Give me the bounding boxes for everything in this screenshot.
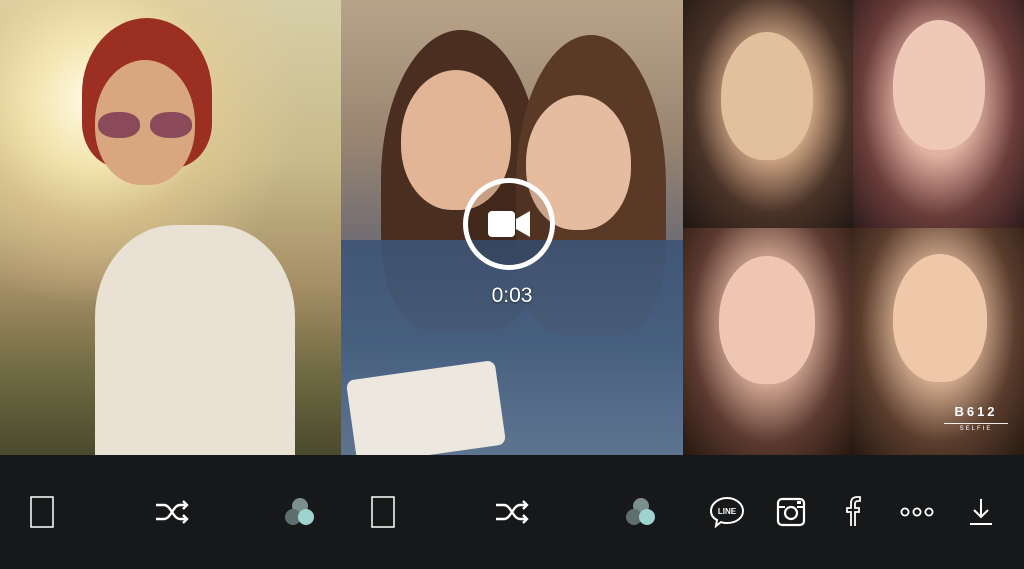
line-label: LINE: [718, 507, 737, 516]
bottom-toolbar: LINE: [0, 455, 1024, 569]
body-shape: [95, 225, 295, 455]
photo-5[interactable]: [683, 228, 853, 455]
instagram-icon[interactable]: [763, 455, 819, 569]
shuffle-icon[interactable]: [484, 455, 540, 569]
sunglasses-shape: [150, 112, 192, 138]
sunglasses-shape: [98, 112, 140, 138]
photo-1[interactable]: [0, 0, 341, 455]
photo-3[interactable]: [683, 0, 853, 228]
face-shape: [893, 254, 987, 382]
video-duration: 0:03: [491, 284, 533, 307]
face-shape: [721, 32, 813, 160]
face-shape: [893, 20, 985, 150]
filter-icon[interactable]: [613, 455, 669, 569]
filter-icon[interactable]: [272, 455, 328, 569]
facebook-icon[interactable]: [825, 455, 881, 569]
watermark-name: B612: [954, 404, 998, 419]
shuffle-icon[interactable]: [144, 455, 200, 569]
video-camera-icon[interactable]: [463, 178, 555, 270]
watermark-divider: [944, 423, 1008, 424]
frame-icon[interactable]: [355, 455, 411, 569]
more-icon[interactable]: [889, 455, 945, 569]
face-shape: [719, 256, 815, 384]
frame-icon[interactable]: [14, 455, 70, 569]
watermark: B612 SELFIE: [940, 404, 1012, 432]
photo-collage: 0:03 B612 SELFIE: [0, 0, 1024, 455]
photo-4[interactable]: [853, 0, 1024, 228]
watermark-subtitle: SELFIE: [959, 426, 993, 432]
download-icon[interactable]: [953, 455, 1009, 569]
line-icon[interactable]: LINE: [699, 455, 755, 569]
